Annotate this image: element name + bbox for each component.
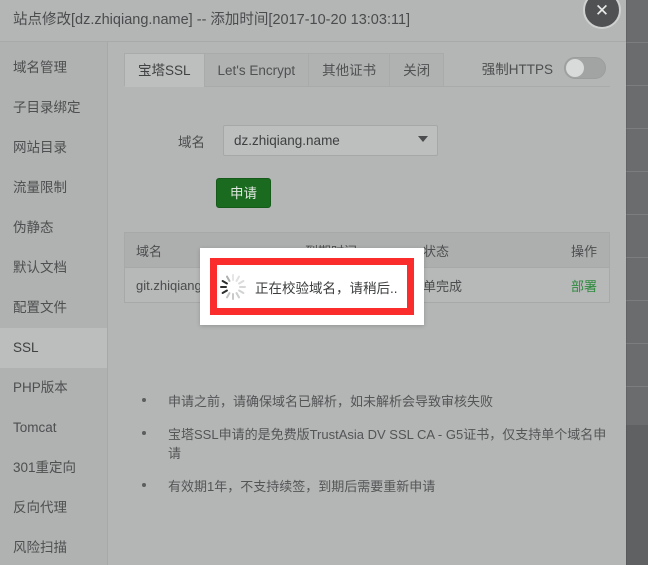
deploy-link[interactable]: 部署: [571, 279, 597, 294]
backdrop-segment: [624, 129, 648, 172]
tab-row: 宝塔SSL Let's Encrypt 其他证书 关闭 强制HTTPS: [124, 52, 610, 99]
sidebar-item-domain-management[interactable]: 域名管理: [0, 48, 107, 88]
apply-row: 申请: [124, 178, 610, 208]
domain-form-row: 域名 dz.zhiqiang.name: [124, 125, 610, 156]
sidebar-item-traffic-limit[interactable]: 流量限制: [0, 168, 107, 208]
tab-list: 宝塔SSL Let's Encrypt 其他证书 关闭: [124, 52, 610, 87]
sidebar-item-pseudo-static[interactable]: 伪静态: [0, 208, 107, 248]
backdrop-segment: [624, 387, 648, 430]
hint-list: 申请之前，请确保域名已解析，如未解析会导致审核失败 宝塔SSL申请的是免费版Tr…: [124, 391, 610, 495]
hint-text: 申请之前，请确保域名已解析，如未解析会导致审核失败: [168, 394, 494, 409]
hint-text: 有效期1年，不支持续签，到期后需要重新申请: [168, 479, 436, 494]
bullet-icon: [142, 431, 146, 435]
backdrop-segment: [624, 172, 648, 215]
tab-baota-ssl[interactable]: 宝塔SSL: [124, 53, 204, 87]
annotation-rectangle: [210, 258, 414, 315]
backdrop-segment: [624, 86, 648, 129]
bullet-icon: [142, 483, 146, 487]
backdrop-segment: [624, 301, 648, 344]
dialog-sidebar: 域名管理 子目录绑定 网站目录 流量限制 伪静态 默认文档 配置文件 SSL P…: [0, 42, 108, 565]
sidebar-item-php-version[interactable]: PHP版本: [0, 368, 107, 408]
sidebar-item-301-redirect[interactable]: 301重定向: [0, 448, 107, 488]
hint-text: 宝塔SSL申请的是免费版TrustAsia DV SSL CA - G5证书，仅…: [168, 427, 607, 461]
sidebar-item-risk-scan[interactable]: 风险扫描: [0, 528, 107, 565]
backdrop-segment: [624, 43, 648, 86]
sidebar-item-reverse-proxy[interactable]: 反向代理: [0, 488, 107, 528]
sidebar-item-subdirectory-binding[interactable]: 子目录绑定: [0, 88, 107, 128]
bullet-icon: [142, 398, 146, 402]
sidebar-item-ssl[interactable]: SSL: [0, 328, 107, 368]
tab-other-certificate[interactable]: 其他证书: [308, 53, 390, 87]
domain-select-value: dz.zhiqiang.name: [234, 133, 340, 148]
sidebar-item-config-file[interactable]: 配置文件: [0, 288, 107, 328]
domain-label: 域名: [178, 134, 205, 150]
sidebar-item-tomcat[interactable]: Tomcat: [0, 408, 107, 448]
list-item: 申请之前，请确保域名已解析，如未解析会导致审核失败: [138, 391, 610, 410]
cell-status: 单完成: [423, 278, 463, 294]
tab-lets-encrypt[interactable]: Let's Encrypt: [203, 53, 309, 87]
cell-action: 部署: [551, 276, 609, 295]
tab-close[interactable]: 关闭: [389, 53, 445, 87]
apply-button[interactable]: 申请: [216, 178, 271, 208]
column-header-status: 状态: [423, 243, 450, 259]
list-item: 有效期1年，不支持续签，到期后需要重新申请: [138, 476, 610, 495]
loading-toast: 正在校验域名，请稍后..: [200, 248, 424, 325]
column-header-action: 操作: [570, 243, 597, 259]
sidebar-item-website-directory[interactable]: 网站目录: [0, 128, 107, 168]
dialog-title: 站点修改[dz.zhiqiang.name] -- 添加时间[2017-10-2…: [0, 0, 626, 42]
domain-select[interactable]: dz.zhiqiang.name: [223, 125, 438, 156]
list-item: 宝塔SSL申请的是免费版TrustAsia DV SSL CA - G5证书，仅…: [138, 424, 610, 462]
sidebar-item-default-document[interactable]: 默认文档: [0, 248, 107, 288]
backdrop-segment: [624, 215, 648, 258]
backdrop-segment: [624, 344, 648, 387]
backdrop-segment: [624, 258, 648, 301]
backdrop-segment: [624, 0, 648, 43]
backdrop-lower: [624, 425, 648, 565]
chevron-down-icon: [418, 136, 428, 142]
